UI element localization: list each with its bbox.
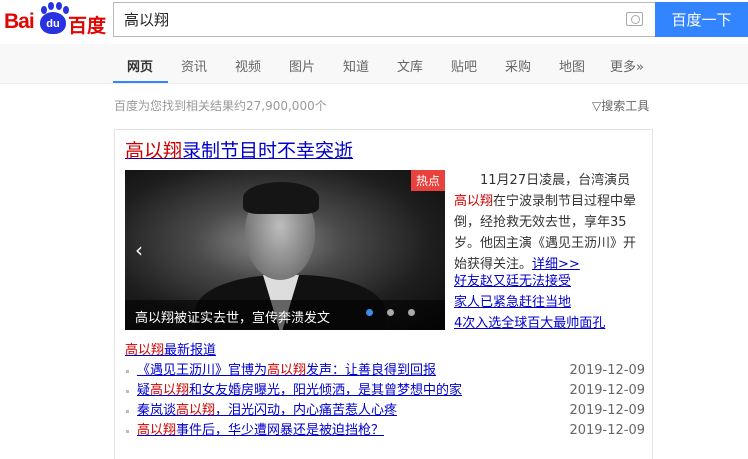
carousel-dot[interactable] xyxy=(387,309,394,316)
news-item: 高以翔事件后，华少遭网暴还是被迫挡枪？ 2019-12-09 xyxy=(125,421,645,441)
related-links: 好友赵又廷无法接受 家人已紧急赶往当地 4次入选全球百大最帅面孔 xyxy=(454,271,605,334)
chevron-left-icon[interactable]: ‹ xyxy=(135,238,143,262)
tab-images[interactable]: 图片 xyxy=(289,56,315,75)
desc-highlight: 高以翔 xyxy=(454,194,494,209)
carousel-image[interactable]: 热点 ‹ 高以翔被证实去世，宣传奔溃发文 xyxy=(125,170,445,330)
camera-icon[interactable] xyxy=(626,12,643,26)
search-button[interactable]: 百度一下 xyxy=(655,2,748,37)
logo-cn: 百度 xyxy=(68,15,107,37)
desc-text: 11月27日凌晨，台湾演员 xyxy=(480,173,631,188)
tab-caigou[interactable]: 采购 xyxy=(505,56,531,75)
search-input[interactable] xyxy=(114,3,594,36)
related-link[interactable]: 4次入选全球百大最帅面孔 xyxy=(454,316,605,331)
news-date: 2019-12-09 xyxy=(569,383,645,398)
related-link[interactable]: 家人已紧急赶往当地 xyxy=(454,295,571,310)
title-highlight: 高以翔 xyxy=(125,140,183,162)
news-link[interactable]: 高以翔事件后，华少遭网暴还是被迫挡枪？ xyxy=(137,423,384,438)
caption-text: 高以翔被证实去世，宣传奔溃发文 xyxy=(135,311,331,326)
logo-du: du xyxy=(40,12,66,34)
carousel-dots xyxy=(352,305,415,320)
tab-map[interactable]: 地图 xyxy=(559,56,585,75)
tab-web[interactable]: 网页 xyxy=(127,56,153,75)
active-tab-indicator xyxy=(113,81,168,83)
carousel-dot[interactable] xyxy=(366,309,373,316)
news-date: 2019-12-09 xyxy=(569,403,645,418)
tab-more[interactable]: 更多» xyxy=(610,56,644,75)
card-description: 11月27日凌晨，台湾演员高以翔在宁波录制节目过程中晕倒，经抢救无效去世，享年3… xyxy=(454,170,642,275)
latest-news-heading[interactable]: 高以翔最新报道 xyxy=(125,341,645,361)
paw-icon xyxy=(39,2,69,14)
more-link[interactable]: 详细>> xyxy=(532,257,580,272)
baidu-logo[interactable]: Bai du 百度 xyxy=(4,2,109,40)
heading-highlight: 高以翔 xyxy=(125,343,165,358)
news-date: 2019-12-09 xyxy=(569,423,645,438)
heading-rest: 最新报道 xyxy=(164,343,217,358)
news-link[interactable]: 秦岚谈高以翔，泪光闪动，内心痛苦惹人心疼 xyxy=(137,403,397,418)
hot-badge: 热点 xyxy=(410,170,445,191)
nav-tabs: 网页 资讯 视频 图片 知道 文库 贴吧 采购 地图 更多» xyxy=(0,44,748,84)
search-box xyxy=(113,2,655,37)
news-card: 高以翔录制节目时不幸突逝 热点 ‹ 高以翔被证实去世，宣传奔溃发文 11月27日… xyxy=(114,129,653,459)
tab-wenku[interactable]: 文库 xyxy=(397,56,423,75)
result-count: 百度为您找到相关结果约27,900,000个 xyxy=(114,99,327,113)
logo-bai: Bai xyxy=(4,10,35,33)
latest-news: 高以翔最新报道 《遇见王沥川》官博为高以翔发声：让善良得到回报 2019-12-0… xyxy=(125,341,645,441)
carousel-dot[interactable] xyxy=(408,309,415,316)
news-item: 《遇见王沥川》官博为高以翔发声：让善良得到回报 2019-12-09 xyxy=(125,361,645,381)
carousel-caption[interactable]: 高以翔被证实去世，宣传奔溃发文 xyxy=(125,300,445,330)
news-link[interactable]: 《遇见王沥川》官博为高以翔发声：让善良得到回报 xyxy=(137,363,436,378)
news-date: 2019-12-09 xyxy=(569,363,645,378)
tab-news[interactable]: 资讯 xyxy=(181,56,207,75)
news-link[interactable]: 疑高以翔和女友婚房曝光，阳光倾洒，是其曾梦想中的家 xyxy=(137,383,462,398)
title-rest: 录制节目时不幸突逝 xyxy=(182,140,354,162)
tab-zhidao[interactable]: 知道 xyxy=(343,56,369,75)
news-item: 秦岚谈高以翔，泪光闪动，内心痛苦惹人心疼 2019-12-09 xyxy=(125,401,645,421)
tab-tieba[interactable]: 贴吧 xyxy=(451,56,477,75)
photo-hair xyxy=(243,182,319,214)
card-title-link[interactable]: 高以翔录制节目时不幸突逝 xyxy=(125,136,353,163)
search-tools-button[interactable]: ▽搜索工具 xyxy=(592,97,649,114)
tab-video[interactable]: 视频 xyxy=(235,56,261,75)
related-link[interactable]: 好友赵又廷无法接受 xyxy=(454,274,571,289)
news-item: 疑高以翔和女友婚房曝光，阳光倾洒，是其曾梦想中的家 2019-12-09 xyxy=(125,381,645,401)
